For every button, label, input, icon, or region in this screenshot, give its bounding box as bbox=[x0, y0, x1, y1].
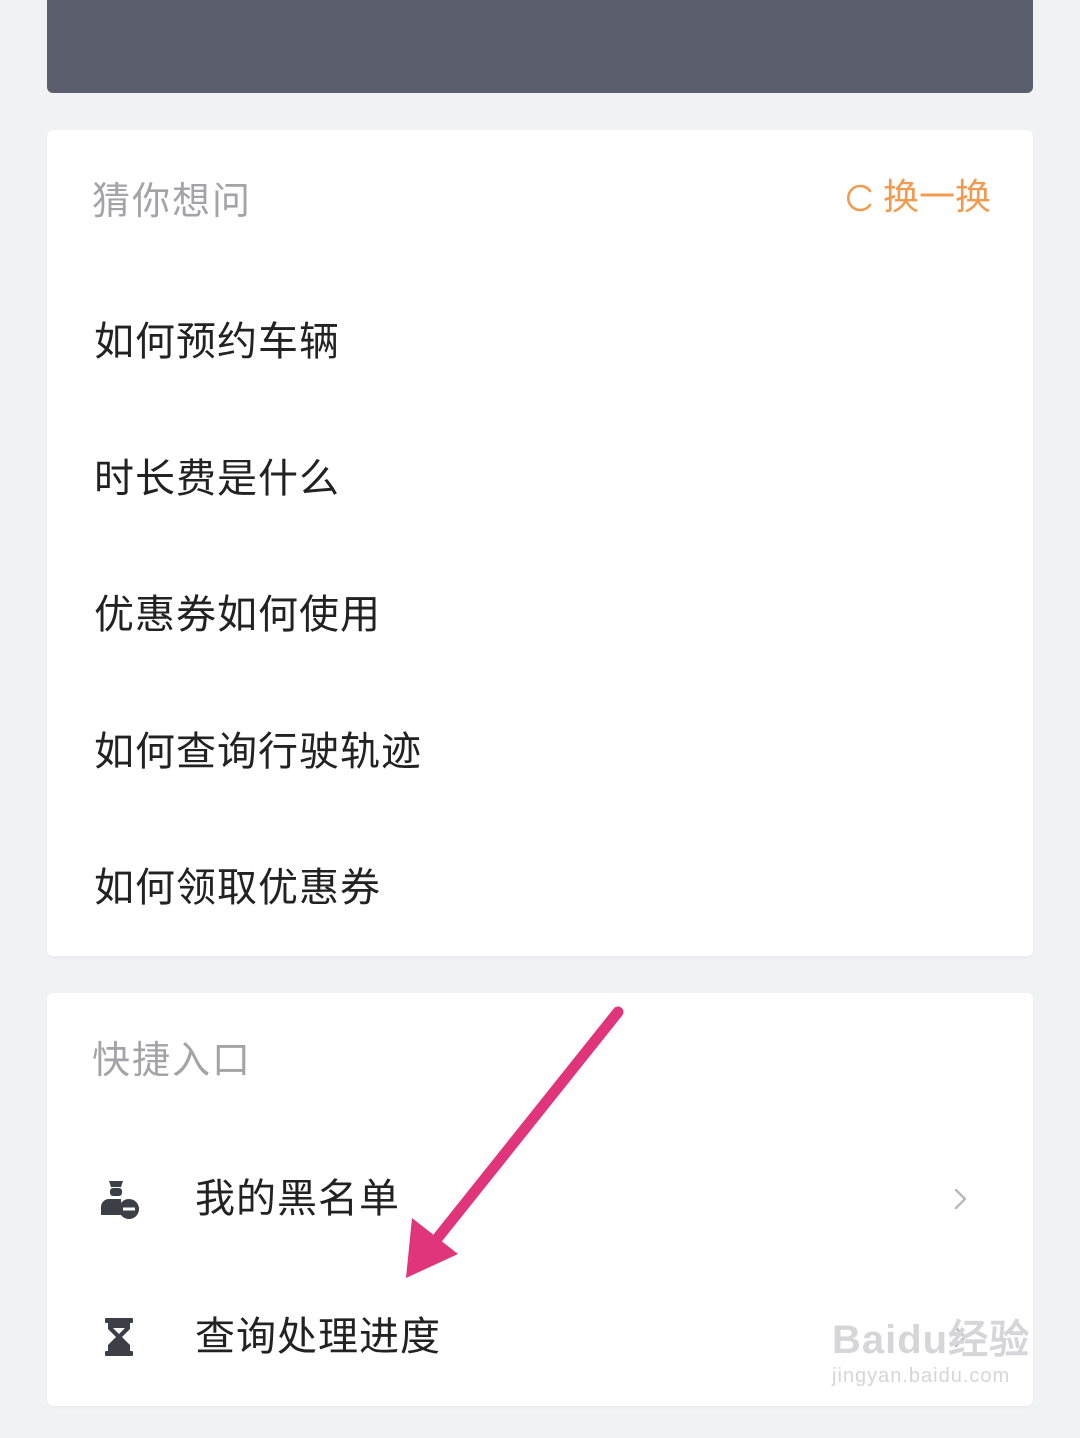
quick-item-blacklist[interactable]: 我的黑名单 bbox=[47, 1149, 1033, 1249]
quick-entry-title: 快捷入口 bbox=[92, 1038, 253, 1082]
hourglass-icon bbox=[97, 1315, 141, 1359]
watermark-sub: jingyan.baidu.com bbox=[832, 1365, 1011, 1387]
quick-item-label: 我的黑名单 bbox=[195, 1176, 400, 1222]
refresh-icon bbox=[847, 184, 872, 212]
refresh-label: 换一换 bbox=[882, 177, 991, 218]
suggest-title: 猜你想问 bbox=[92, 179, 253, 223]
quick-item-label: 查询处理进度 bbox=[195, 1314, 441, 1360]
question-item[interactable]: 优惠券如何使用 bbox=[94, 595, 381, 635]
watermark: Baidu经验 jingyan.baidu.com bbox=[832, 1320, 1030, 1386]
watermark-main: Baidu经验 bbox=[832, 1318, 1031, 1362]
question-item[interactable]: 如何查询行驶轨迹 bbox=[94, 732, 422, 772]
question-item[interactable]: 时长费是什么 bbox=[94, 459, 340, 499]
suggest-card: 猜你想问 换一换 如何预约车辆 时长费是什么 优惠券如何使用 如何查询行驶轨迹 … bbox=[47, 130, 1033, 956]
chevron-right-icon bbox=[954, 1188, 967, 1210]
refresh-button[interactable]: 换一换 bbox=[845, 180, 991, 216]
question-item[interactable]: 如何领取优惠券 bbox=[94, 868, 381, 908]
top-banner bbox=[47, 0, 1033, 93]
user-blocked-icon bbox=[97, 1177, 141, 1221]
question-item[interactable]: 如何预约车辆 bbox=[94, 322, 340, 362]
